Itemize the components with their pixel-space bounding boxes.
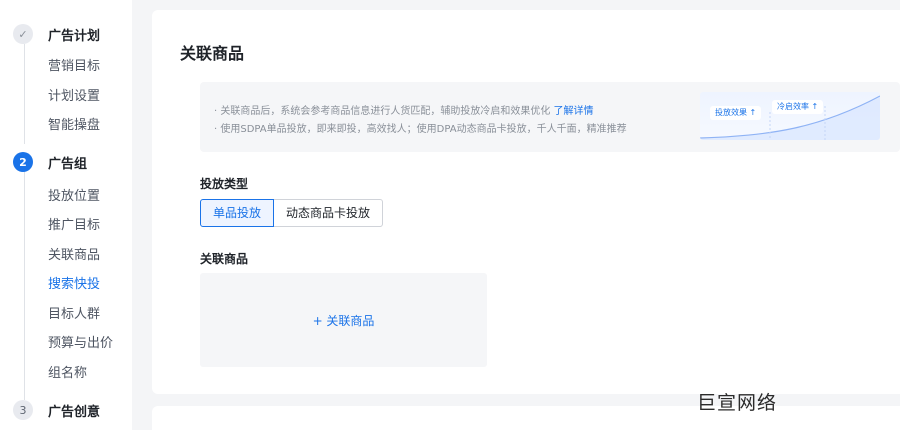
step-number: 3 <box>13 400 33 420</box>
check-icon: ✓ <box>13 24 33 44</box>
sidebar-item-group-name[interactable]: 组名称 <box>48 362 87 381</box>
watermark: 巨宣网络 <box>697 392 778 414</box>
sidebar-item-search-boost[interactable]: 搜索快投 <box>48 273 100 292</box>
tips-panel: · 关联商品后，系统会参考商品信息进行人货匹配，辅助投放冷启和效果优化 了解详情… <box>200 82 900 152</box>
learn-more-link[interactable]: 了解详情 <box>554 106 594 117</box>
next-section-card <box>152 406 900 430</box>
sidebar-item-linked-products[interactable]: 关联商品 <box>48 244 100 263</box>
step-title: 广告计划 <box>48 28 101 44</box>
badge-coldstart: 冷启效率 ↑ <box>772 100 824 114</box>
promo-illustration: 投放效果 ↑ 冷启效率 ↑ <box>700 92 880 140</box>
delivery-type-selector: 单品投放 动态商品卡投放 <box>200 199 384 227</box>
sidebar-item-budget-bid[interactable]: 预算与出价 <box>48 332 113 351</box>
add-product-label: + 关联商品 <box>312 313 375 328</box>
step-number: 2 <box>13 152 33 172</box>
option-single-product[interactable]: 单品投放 <box>200 199 275 227</box>
page-title: 关联商品 <box>180 44 245 63</box>
step-ad-group[interactable]: 2 广告组 <box>13 151 87 173</box>
badge-effect: 投放效果 ↑ <box>710 106 762 120</box>
linked-products-card: 关联商品 · 关联商品后，系统会参考商品信息进行人货匹配，辅助投放冷启和效果优化… <box>152 10 900 394</box>
step-sidebar: ✓ 广告计划 营销目标 计划设置 智能操盘 2 广告组 投放位置 推广目标 关联… <box>0 0 132 430</box>
add-linked-product-button[interactable]: + 关联商品 <box>200 273 487 367</box>
step-ad-creative[interactable]: 3 广告创意 <box>13 399 100 421</box>
sidebar-item-smart-operation[interactable]: 智能操盘 <box>48 114 100 133</box>
step-title: 广告创意 <box>48 404 101 420</box>
step-ad-plan[interactable]: ✓ 广告计划 <box>13 23 100 45</box>
linked-products-label: 关联商品 <box>200 252 249 266</box>
sidebar-item-marketing-goal[interactable]: 营销目标 <box>48 55 100 74</box>
step-title: 广告组 <box>48 156 88 172</box>
tip-text: · 关联商品后，系统会参考商品信息进行人货匹配，辅助投放冷启和效果优化 <box>214 106 551 117</box>
delivery-type-label: 投放类型 <box>200 177 249 191</box>
option-dynamic-product-card[interactable]: 动态商品卡投放 <box>274 199 384 227</box>
tip-line-1: · 关联商品后，系统会参考商品信息进行人货匹配，辅助投放冷启和效果优化 了解详情 <box>214 102 594 117</box>
tip-line-2: · 使用SDPA单品投放，即来即投，高效找人；使用DPA动态商品卡投放，千人千面… <box>214 124 627 135</box>
sidebar-item-plan-settings[interactable]: 计划设置 <box>48 85 100 104</box>
sidebar-item-promotion-goal[interactable]: 推广目标 <box>48 214 100 233</box>
sidebar-item-target-audience[interactable]: 目标人群 <box>48 303 100 322</box>
step-connector <box>24 44 25 144</box>
sidebar-item-placement[interactable]: 投放位置 <box>48 185 100 204</box>
step-connector <box>24 172 25 400</box>
